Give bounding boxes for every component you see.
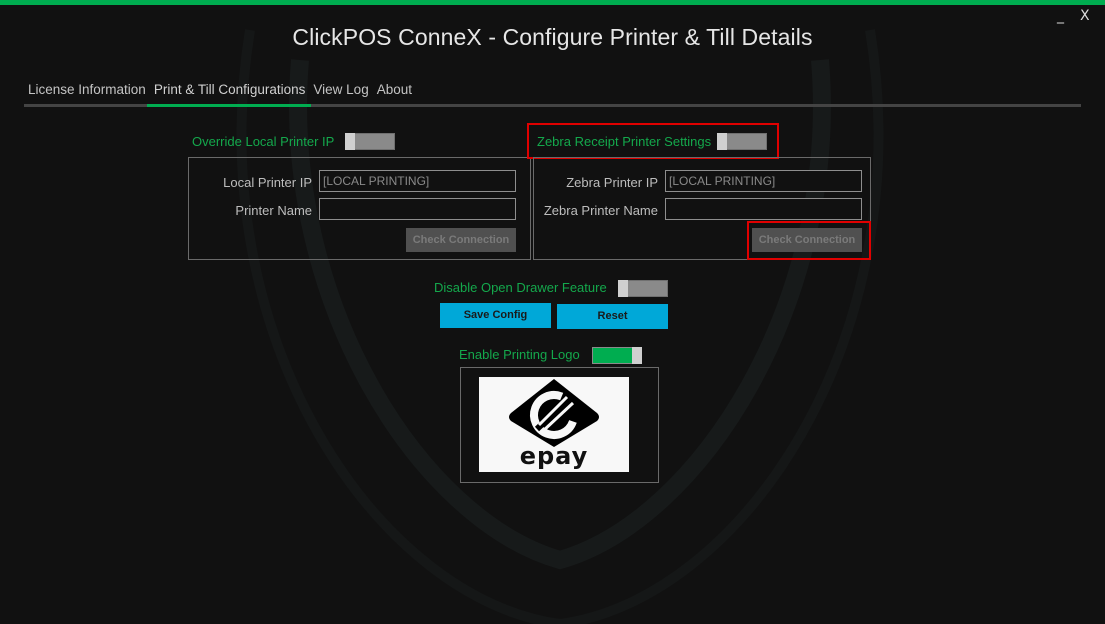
printer-name-input[interactable] [319,198,516,220]
epay-logo-text: epay [519,442,589,470]
disable-open-drawer-label: Disable Open Drawer Feature [434,280,607,295]
tab-license-information[interactable]: License Information [24,81,150,101]
zebra-printer-ip-label: Zebra Printer IP [566,175,658,190]
epay-logo-icon [509,379,599,447]
toggle-knob [717,133,727,150]
tab-about[interactable]: About [373,81,416,101]
local-printer-ip-input[interactable] [319,170,516,192]
close-button[interactable]: X [1080,8,1090,24]
tab-print-till-configurations[interactable]: Print & Till Configurations [150,81,310,101]
zebra-printer-name-label: Zebra Printer Name [543,203,658,218]
zebra-receipt-printer-settings-label: Zebra Receipt Printer Settings [537,134,712,149]
window-accent-bar [0,0,1105,5]
reset-button[interactable]: Reset [557,304,668,329]
save-config-button[interactable]: Save Config [440,303,551,328]
override-local-printer-ip-toggle[interactable] [345,133,395,150]
toggle-knob [618,280,628,297]
enable-printing-logo-label: Enable Printing Logo [459,347,580,362]
toggle-knob [632,347,642,364]
enable-printing-logo-toggle[interactable] [592,347,642,364]
zebra-printer-ip-input[interactable] [665,170,862,192]
window-title: ClickPOS ConneX - Configure Printer & Ti… [292,24,813,50]
override-local-printer-ip-label: Override Local Printer IP [192,134,335,149]
minimize-button[interactable]: _ [1057,8,1064,24]
toggle-knob [345,133,355,150]
disable-open-drawer-toggle[interactable] [618,280,668,297]
zebra-receipt-printer-settings-toggle[interactable] [717,133,767,150]
zebra-check-connection-button[interactable]: Check Connection [752,228,862,252]
epay-logo-image: epay [479,377,629,472]
tab-view-log[interactable]: View Log [309,81,372,101]
local-check-connection-button[interactable]: Check Connection [406,228,516,252]
zebra-printer-name-input[interactable] [665,198,862,220]
printer-name-label: Printer Name [235,203,312,218]
local-printer-ip-label: Local Printer IP [223,175,312,190]
active-tab-indicator [147,104,311,107]
